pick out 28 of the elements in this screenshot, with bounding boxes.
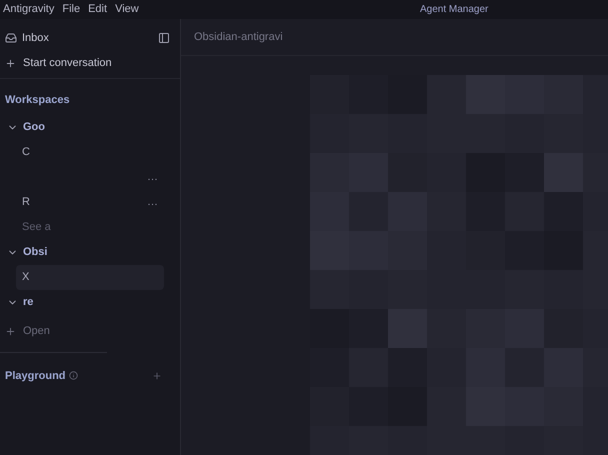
plus-icon [5, 326, 16, 336]
conversation-row[interactable]: C [16, 140, 164, 164]
conversation-row[interactable]: X [16, 264, 164, 290]
window-title: Agent Manager [420, 3, 488, 17]
workspace-name[interactable]: Goo [23, 118, 45, 136]
section-heading: Workspaces [5, 93, 71, 108]
conversation-row[interactable]: … [16, 164, 164, 190]
ellipsis-text: … [147, 194, 158, 210]
tab[interactable]: Obsidian-antigravi [194, 28, 283, 46]
inbox-item[interactable]: Inbox [22, 30, 49, 46]
inbox-icon [5, 32, 17, 44]
menu-item[interactable]: Antigravity [3, 1, 54, 18]
conversation-title: C [22, 144, 30, 160]
sidebar-toggle-icon[interactable] [158, 32, 170, 44]
info-icon[interactable] [68, 371, 78, 380]
menu-item[interactable]: View [115, 1, 139, 18]
plus-icon [5, 58, 16, 68]
conversation-title: R [22, 194, 30, 210]
conversation-title: See a [22, 220, 51, 235]
ellipsis-text: … [147, 170, 158, 185]
workspace-name[interactable]: re [23, 294, 34, 310]
menu-item[interactable]: Edit [88, 1, 108, 18]
menu-item[interactable]: File [62, 1, 80, 18]
workspace-name[interactable]: Obsi [23, 244, 48, 260]
conversation-title: X [22, 270, 30, 285]
section-heading: Playground [5, 368, 66, 384]
conversation-row[interactable]: R … [16, 190, 164, 214]
start-conversation-link[interactable]: Start conversation [23, 54, 112, 72]
